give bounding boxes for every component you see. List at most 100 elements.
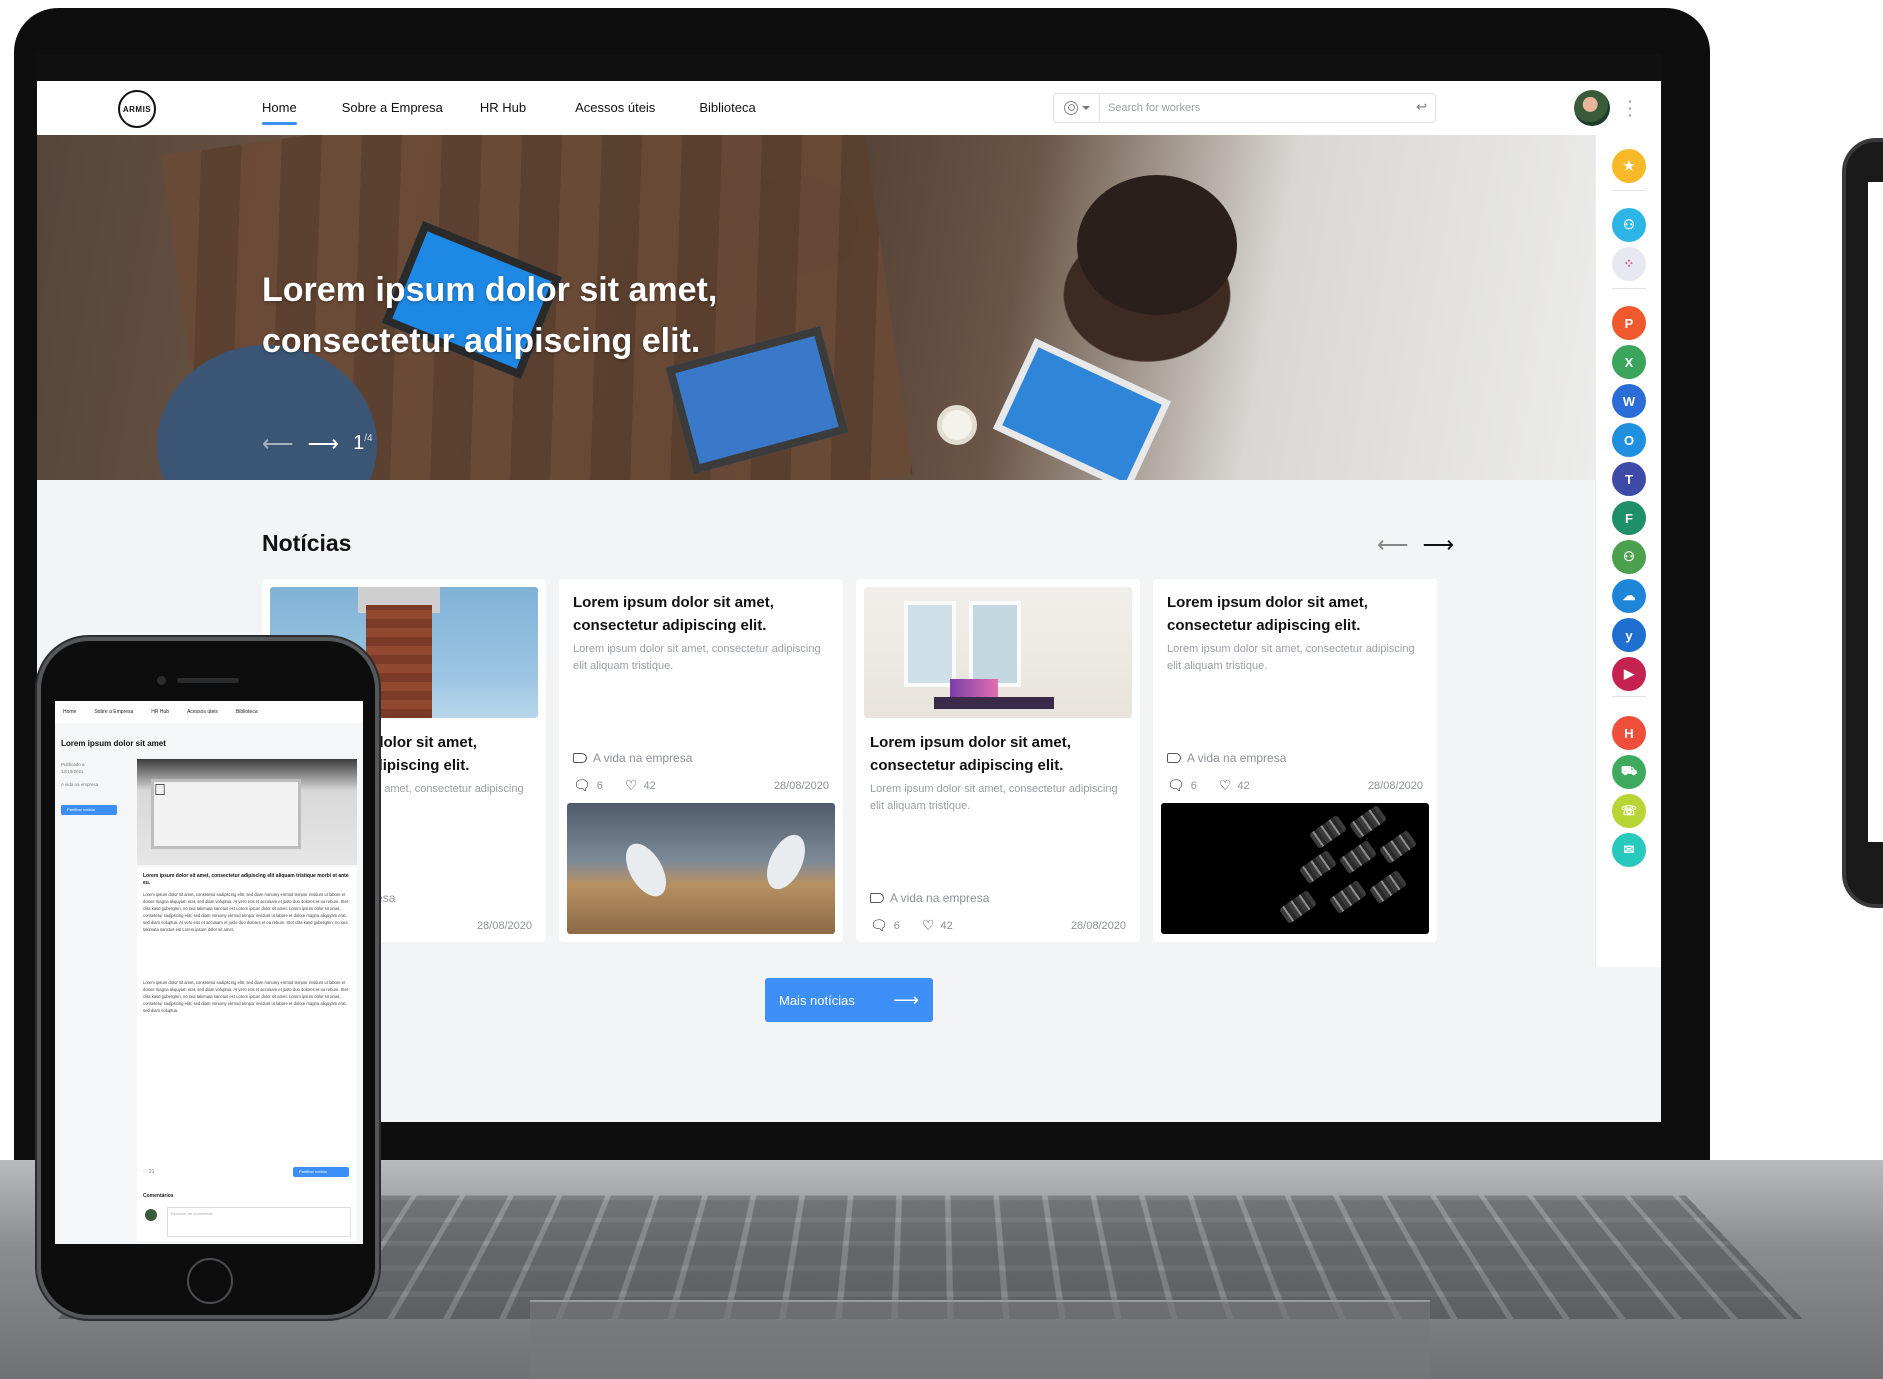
more-options-icon[interactable]: · · · <box>1625 94 1635 124</box>
news-date: 28/08/2020 <box>1070 919 1126 932</box>
phone-like-count[interactable]: ♡ 21 <box>143 1169 154 1175</box>
apps-sidebar: ★ ⚇ ⁘ P X W O T F ⚇ ☁ y ▶ H ⛟ ☏ ✉ <box>1595 135 1661 967</box>
news-category-tag[interactable]: A vida na empresa <box>573 751 692 765</box>
groups-icon[interactable]: ⚇ <box>1612 540 1646 574</box>
news-excerpt: Lorem ipsum dolor sit amet, consectetur … <box>1167 643 1415 672</box>
phone-article-image <box>137 759 357 865</box>
news-card[interactable]: Lorem ipsum dolor sit amet, consectetur … <box>559 579 843 942</box>
arrow-right-icon: ⟶ <box>893 989 919 1010</box>
news-card[interactable]: Lorem ipsum dolor sit amet, consectetur … <box>856 579 1140 942</box>
phone-nav-sobre[interactable]: Sobre a Empresa <box>94 709 133 715</box>
hero-next-arrow-icon[interactable]: ⟶ <box>308 432 340 454</box>
news-next-arrow-icon[interactable]: ⟶ <box>1423 532 1455 558</box>
news-date: 28/08/2020 <box>1367 779 1423 792</box>
news-headline[interactable]: Lorem ipsum dolor sit amet, consectetur … <box>870 731 1130 777</box>
phone-nav-acessos[interactable]: Acessos úteis <box>187 709 218 715</box>
search-input[interactable] <box>1108 98 1408 118</box>
news-prev-arrow-icon[interactable]: ⟵ <box>1377 532 1409 558</box>
phone-share-button[interactable]: Partilhar notícia <box>61 805 117 815</box>
teams-icon[interactable]: T <box>1612 462 1646 496</box>
hero-photo-tablet <box>992 337 1172 480</box>
heart-icon[interactable]: ♡ <box>922 917 935 934</box>
top-navbar: ARMIS Home Sobre a Empresa HR Hub Acesso… <box>37 81 1661 135</box>
phone-article-sidebar: Publicado a 12/10/2021 A vida na empresa <box>61 762 99 787</box>
nav-biblioteca[interactable]: Biblioteca <box>699 81 755 135</box>
apps-divider <box>1612 288 1646 289</box>
star-icon[interactable]: ★ <box>1612 149 1646 183</box>
phone-camera <box>157 676 166 685</box>
hero-slide-counter: 1/4 <box>353 432 373 454</box>
car-icon[interactable]: ⛟ <box>1612 755 1646 789</box>
comment-icon[interactable]: 🗨 <box>573 777 591 794</box>
forms-icon[interactable]: F <box>1612 501 1646 535</box>
dots-icon[interactable]: ⁘ <box>1612 247 1646 281</box>
phone-comment-input[interactable]: Escreva um comentário <box>167 1207 351 1237</box>
heart-icon[interactable]: ♡ <box>1219 777 1232 794</box>
hero-title: Lorem ipsum dolor sit amet, consectetur … <box>262 271 718 360</box>
side-device-screen <box>1868 182 1883 842</box>
news-meta: 🗨6 ♡42 28/08/2020 <box>1167 777 1423 794</box>
word-icon[interactable]: W <box>1612 384 1646 418</box>
news-meta: 🗨6 ♡42 28/08/2020 <box>870 917 1126 934</box>
news-date: 28/08/2020 <box>476 919 532 932</box>
nav-acessos-uteis[interactable]: Acessos úteis <box>575 81 655 135</box>
news-image-satellite-dishes <box>567 803 835 934</box>
news-carousel-nav: ⟵ ⟶ <box>1377 532 1454 558</box>
more-news-button[interactable]: Mais notícias ⟶ <box>765 978 933 1022</box>
phone-nav-hr-hub[interactable]: HR Hub <box>151 709 169 715</box>
enter-icon[interactable]: ↩ <box>1416 100 1427 115</box>
phone-home-button[interactable] <box>187 1258 233 1304</box>
powerpoint-icon[interactable]: P <box>1612 306 1646 340</box>
nav-hr-hub[interactable]: HR Hub <box>480 81 526 135</box>
phone-share-button-bottom[interactable]: Partilhar notícia <box>293 1167 349 1177</box>
news-section-title: Notícias <box>262 530 352 556</box>
heart-icon[interactable]: ♡ <box>625 777 638 794</box>
news-excerpt: Lorem ipsum dolor sit amet, consectetur … <box>870 783 1118 812</box>
nav-home[interactable]: Home <box>262 81 297 135</box>
main-nav: Home Sobre a Empresa HR Hub Acessos útei… <box>262 81 756 135</box>
apps-divider <box>1612 696 1646 697</box>
support-icon[interactable]: ☏ <box>1612 794 1646 828</box>
company-logo[interactable]: ARMIS <box>118 90 156 128</box>
hub-icon[interactable]: H <box>1612 716 1646 750</box>
news-headline[interactable]: Lorem ipsum dolor sit amet, consectetur … <box>573 591 833 637</box>
phone-nav-biblioteca[interactable]: Biblioteca <box>236 709 258 715</box>
side-device <box>1842 138 1883 908</box>
yammer-icon[interactable]: y <box>1612 618 1646 652</box>
phone-article-paragraph: Lorem ipsum dolor sit amet, consetetur s… <box>143 980 349 1013</box>
laptop-trackpad <box>530 1300 1430 1379</box>
phone-comments-title: Comentários <box>143 1193 174 1199</box>
news-card[interactable]: Lorem ipsum dolor sit amet, consectetur … <box>1153 579 1437 942</box>
chat-icon[interactable]: ✉ <box>1612 833 1646 867</box>
outlook-icon[interactable]: O <box>1612 423 1646 457</box>
phone-screen: Home Sobre a Empresa HR Hub Acessos útei… <box>55 701 363 1244</box>
phone-mockup: Home Sobre a Empresa HR Hub Acessos útei… <box>37 637 379 1319</box>
nav-sobre-a-empresa[interactable]: Sobre a Empresa <box>342 81 443 135</box>
phone-nav-home[interactable]: Home <box>63 709 76 715</box>
chevron-down-icon <box>1081 106 1090 110</box>
stream-icon[interactable]: ▶ <box>1612 657 1646 691</box>
screen-bezel <box>37 54 1661 81</box>
tag-icon <box>573 753 587 763</box>
search-filter-select[interactable] <box>1054 94 1100 122</box>
phone-comment-avatar <box>145 1209 157 1221</box>
user-avatar[interactable] <box>1574 90 1610 126</box>
onedrive-icon[interactable]: ☁ <box>1612 579 1646 613</box>
phone-article-title: Lorem ipsum dolor sit amet <box>61 739 166 748</box>
people-icon[interactable]: ⚇ <box>1612 208 1646 242</box>
phone-nav: Home Sobre a Empresa HR Hub Acessos útei… <box>55 701 363 723</box>
comment-icon[interactable]: 🗨 <box>870 917 888 934</box>
news-category-tag[interactable]: A vida na empresa <box>1167 751 1286 765</box>
news-date: 28/08/2020 <box>773 779 829 792</box>
tag-icon <box>870 893 884 903</box>
news-headline[interactable]: Lorem ipsum dolor sit amet, consectetur … <box>1167 591 1427 637</box>
phone-article-body: Lorem ipsum dolor sit amet, consectetur … <box>137 867 357 1241</box>
news-image-room <box>864 587 1132 718</box>
excel-icon[interactable]: X <box>1612 345 1646 379</box>
news-image-lenses <box>1161 803 1429 934</box>
tag-icon <box>1167 753 1181 763</box>
news-category-tag[interactable]: A vida na empresa <box>870 891 989 905</box>
comment-icon[interactable]: 🗨 <box>1167 777 1185 794</box>
user-icon <box>1063 101 1078 115</box>
hero-prev-arrow-icon[interactable]: ⟵ <box>262 432 294 454</box>
